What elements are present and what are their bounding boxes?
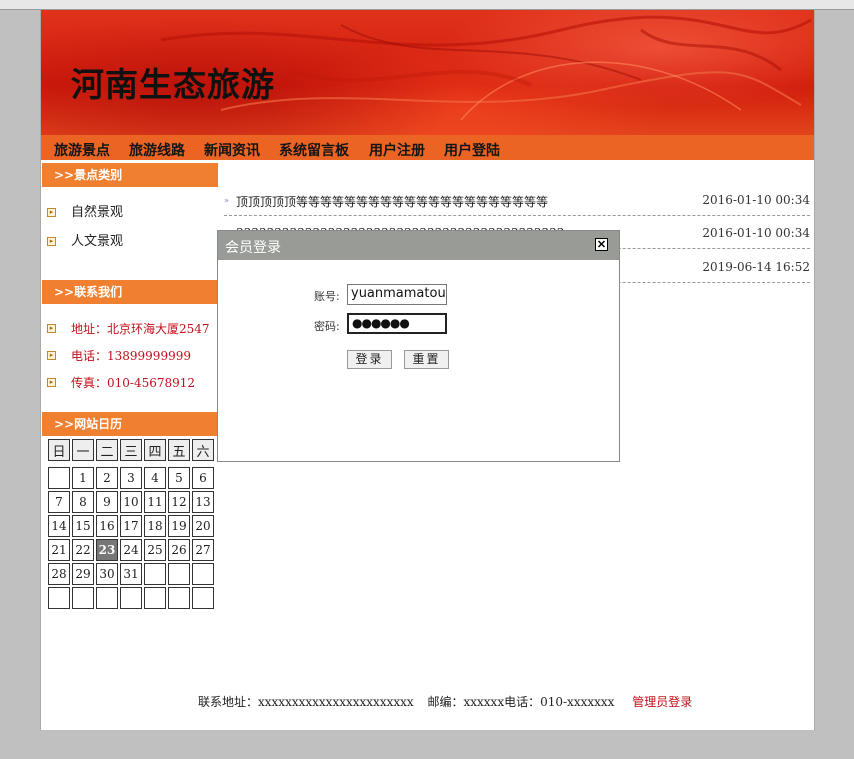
calendar-day[interactable]: 18 xyxy=(144,515,166,537)
news-row[interactable]: » 顶顶顶顶顶等等等等等等等等等等等等等等等等等等等等等 2016-01-10 … xyxy=(224,183,810,216)
nav-item-register[interactable]: 用户注册 xyxy=(369,140,425,160)
contact-phone: 电话：13899999999 xyxy=(71,349,191,363)
news-date: 2016-01-10 00:34 xyxy=(702,193,810,207)
calendar-weekday: 日 xyxy=(48,439,70,461)
calendar-day xyxy=(144,563,166,585)
calendar-day xyxy=(168,563,190,585)
site-footer: 联系地址：xxxxxxxxxxxxxxxxxxxxxxx 邮编：xxxxxx电话… xyxy=(198,693,692,710)
calendar-day[interactable]: 5 xyxy=(168,467,190,489)
calendar-day[interactable]: 28 xyxy=(48,563,70,585)
calendar-weekday: 二 xyxy=(96,439,118,461)
news-title[interactable]: 顶顶顶顶顶等等等等等等等等等等等等等等等等等等等等等 xyxy=(236,193,548,210)
calendar-day xyxy=(120,587,142,609)
nav-item-guestbook[interactable]: 系统留言板 xyxy=(279,140,349,160)
calendar-day[interactable]: 20 xyxy=(192,515,214,537)
member-login-dialog: 会员登录 ✕ 账号: yuanmamatou 密码: ●●●●●● 登录 重置 xyxy=(217,230,620,462)
site-title: 河南生态旅游 xyxy=(71,65,275,104)
calendar-day-today[interactable]: 23 xyxy=(96,539,118,561)
account-input[interactable]: yuanmamatou xyxy=(347,284,447,305)
calendar-day xyxy=(48,467,70,489)
calendar-day[interactable]: 10 xyxy=(120,491,142,513)
calendar-weekday: 四 xyxy=(144,439,166,461)
news-date: 2019-06-14 16:52 xyxy=(702,260,810,274)
calendar-day[interactable]: 30 xyxy=(96,563,118,585)
contact-fax: 传真：010-45678912 xyxy=(71,376,196,390)
contact-address: 地址：北京环海大厦2547 xyxy=(71,322,210,336)
calendar-day[interactable]: 11 xyxy=(144,491,166,513)
calendar-weekday: 三 xyxy=(120,439,142,461)
calendar-day[interactable]: 13 xyxy=(192,491,214,513)
footer-postcode-phone: 邮编：xxxxxx电话：010-xxxxxxx xyxy=(427,695,615,709)
calendar-day[interactable]: 2 xyxy=(96,467,118,489)
calendar-day[interactable]: 22 xyxy=(72,539,94,561)
password-label: 密码: xyxy=(314,320,340,333)
calendar-day[interactable]: 12 xyxy=(168,491,190,513)
calendar-day[interactable]: 14 xyxy=(48,515,70,537)
password-input[interactable]: ●●●●●● xyxy=(347,313,447,334)
dialog-titlebar: 会员登录 ✕ xyxy=(218,231,619,260)
bullet-icon: ▸ xyxy=(47,378,56,387)
calendar-day[interactable]: 31 xyxy=(120,563,142,585)
categories-heading: >>景点类别 xyxy=(42,163,218,187)
bullet-icon: ▸ xyxy=(47,324,56,333)
calendar-day xyxy=(192,563,214,585)
calendar-weekday: 一 xyxy=(72,439,94,461)
calendar-day[interactable]: 17 xyxy=(120,515,142,537)
news-date: 2016-01-10 00:34 xyxy=(702,226,810,240)
calendar-day[interactable]: 19 xyxy=(168,515,190,537)
calendar-day xyxy=(168,587,190,609)
close-icon[interactable]: ✕ xyxy=(595,238,608,251)
calendar-day[interactable]: 3 xyxy=(120,467,142,489)
dialog-title: 会员登录 xyxy=(225,240,281,256)
contact-heading: >>联系我们 xyxy=(42,280,218,304)
calendar-day[interactable]: 1 xyxy=(72,467,94,489)
nav-item-news[interactable]: 新闻资讯 xyxy=(204,140,260,160)
reset-button[interactable]: 重置 xyxy=(404,350,449,369)
calendar-day xyxy=(96,587,118,609)
bullet-icon: ▸ xyxy=(47,351,56,360)
calendar-day xyxy=(72,587,94,609)
nav-item-routes[interactable]: 旅游线路 xyxy=(129,140,185,160)
calendar-day[interactable]: 4 xyxy=(144,467,166,489)
nav-item-login[interactable]: 用户登陆 xyxy=(444,140,500,160)
footer-address: 联系地址：xxxxxxxxxxxxxxxxxxxxxxx xyxy=(198,695,414,709)
calendar-day[interactable]: 29 xyxy=(72,563,94,585)
calendar-day xyxy=(192,587,214,609)
calendar-day xyxy=(48,587,70,609)
calendar-day[interactable]: 15 xyxy=(72,515,94,537)
double-arrow-icon: » xyxy=(224,196,229,205)
calendar-day[interactable]: 6 xyxy=(192,467,214,489)
calendar-day[interactable]: 24 xyxy=(120,539,142,561)
calendar-day[interactable]: 27 xyxy=(192,539,214,561)
calendar-day[interactable]: 8 xyxy=(72,491,94,513)
admin-login-link[interactable]: 管理员登录 xyxy=(632,695,692,709)
category-label: 人文景观 xyxy=(71,234,124,249)
browser-top-strip xyxy=(0,0,854,10)
main-nav: 旅游景点 旅游线路 新闻资讯 系统留言板 用户注册 用户登陆 xyxy=(41,135,814,160)
nav-item-attractions[interactable]: 旅游景点 xyxy=(54,140,110,160)
site-banner: 河南生态旅游 xyxy=(41,10,814,135)
calendar-spacer xyxy=(48,463,214,465)
calendar-day[interactable]: 16 xyxy=(96,515,118,537)
calendar-weekday: 六 xyxy=(192,439,214,461)
calendar-day[interactable]: 25 xyxy=(144,539,166,561)
calendar-day xyxy=(144,587,166,609)
account-label: 账号: xyxy=(314,290,340,303)
calendar-day[interactable]: 9 xyxy=(96,491,118,513)
site-calendar: 日一二三四五六 1 2 3 4 5 6 7 8 9 10 11 12 13 14 15 16 17 18 19 20 21… xyxy=(46,437,216,611)
calendar-weekday: 五 xyxy=(168,439,190,461)
calendar-day[interactable]: 7 xyxy=(48,491,70,513)
category-label: 自然景观 xyxy=(71,205,124,220)
calendar-heading: >>网站日历 xyxy=(42,412,218,436)
bullet-icon: ▸ xyxy=(47,208,56,217)
calendar-day[interactable]: 21 xyxy=(48,539,70,561)
bullet-icon: ▸ xyxy=(47,237,56,246)
calendar-day[interactable]: 26 xyxy=(168,539,190,561)
login-button[interactable]: 登录 xyxy=(347,350,392,369)
